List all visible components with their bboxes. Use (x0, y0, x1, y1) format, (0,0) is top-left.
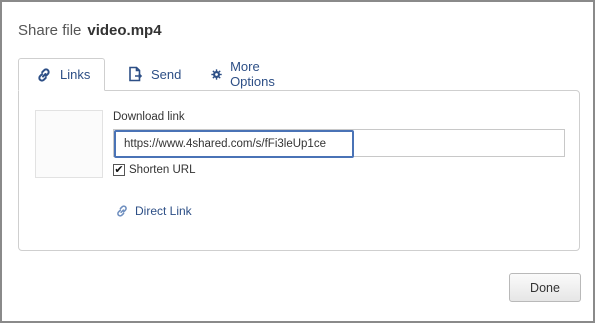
download-link-field (113, 129, 565, 158)
done-button[interactable]: Done (509, 273, 581, 302)
file-name: video.mp4 (87, 22, 162, 39)
shorten-url-label: Shorten URL (129, 164, 196, 176)
tab-more-options[interactable]: More Options (194, 58, 293, 90)
title-prefix: Share file (18, 22, 82, 39)
dialog-title: Share file video.mp4 (18, 22, 162, 39)
direct-link-label: Direct Link (135, 204, 192, 218)
send-file-icon (129, 66, 143, 82)
tab-links[interactable]: Links (18, 58, 105, 91)
link-icon (38, 67, 50, 82)
links-panel: Download link ✔ Shorten URL Direct Link (18, 90, 580, 251)
tab-more-options-label: More Options (230, 59, 275, 89)
download-url-input[interactable] (114, 130, 354, 158)
download-link-label: Download link (113, 111, 185, 123)
file-thumbnail (35, 110, 103, 178)
direct-link[interactable]: Direct Link (115, 204, 192, 218)
tab-send[interactable]: Send (110, 58, 193, 90)
tab-send-label: Send (151, 66, 182, 82)
shorten-url-option[interactable]: ✔ Shorten URL (113, 164, 195, 176)
gear-icon (211, 68, 222, 80)
chain-link-icon (117, 205, 127, 217)
tab-links-label: Links (60, 67, 91, 82)
shorten-url-checkbox[interactable]: ✔ (113, 164, 125, 176)
share-dialog: Share file video.mp4 Links Send More Opt… (0, 0, 595, 323)
